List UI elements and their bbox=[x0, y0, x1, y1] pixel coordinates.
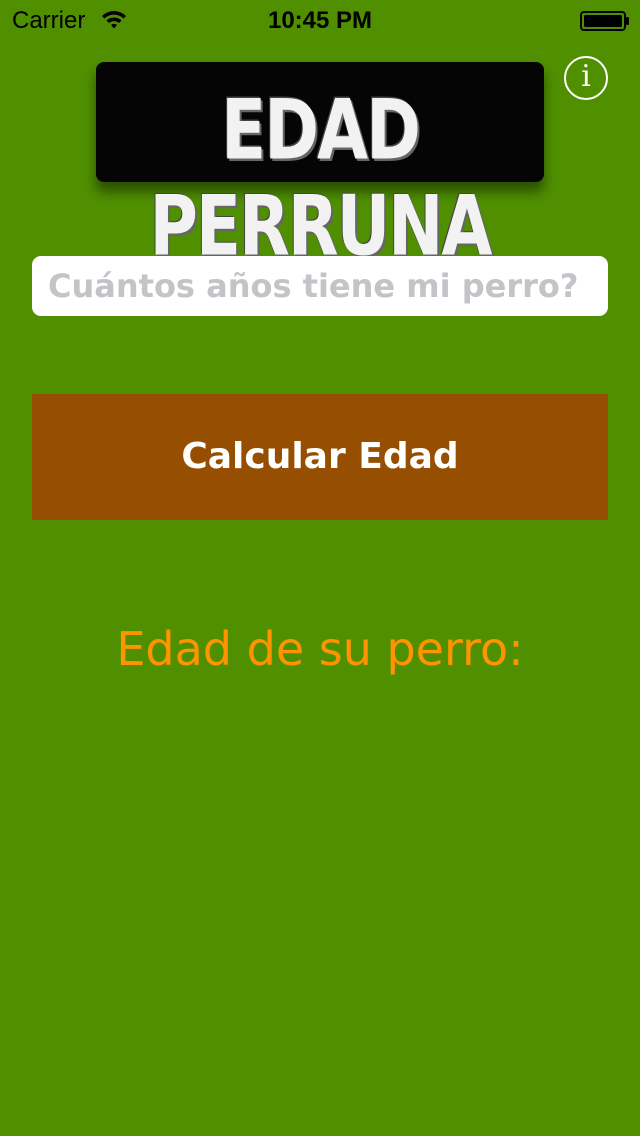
info-icon: i bbox=[581, 59, 591, 94]
dog-age-input[interactable] bbox=[32, 256, 608, 316]
info-button[interactable]: i bbox=[564, 56, 608, 100]
dog-age-result-label: Edad de su perro: bbox=[116, 622, 524, 676]
status-bar: Carrier 10:45 PM bbox=[0, 0, 640, 40]
calculate-age-button[interactable]: Calcular Edad bbox=[32, 394, 608, 520]
logo-text: EDAD PERRUNA bbox=[149, 82, 492, 275]
clock: 10:45 PM bbox=[267, 7, 373, 34]
app-logo: EDAD PERRUNA bbox=[92, 58, 548, 275]
battery-icon bbox=[580, 11, 629, 31]
